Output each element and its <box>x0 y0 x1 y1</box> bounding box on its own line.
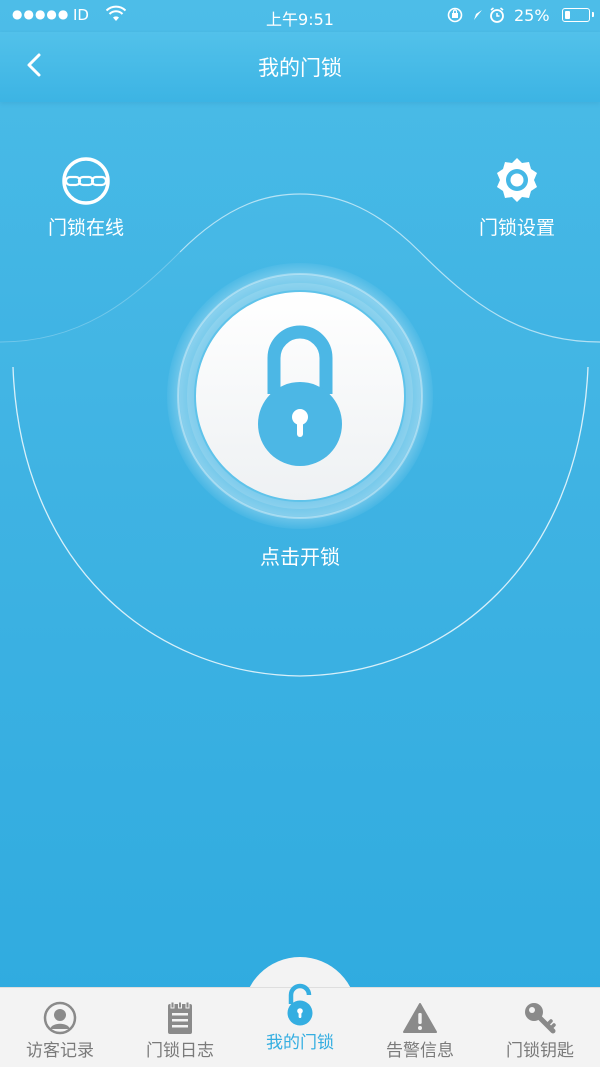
tab-label: 告警信息 <box>386 1041 454 1061</box>
notepad-icon <box>168 1001 192 1034</box>
tab-label: 我的门锁 <box>266 1033 334 1053</box>
lock-online-label: 门锁在线 <box>47 217 124 239</box>
tab-lock-log[interactable]: 门锁日志 <box>120 988 240 1067</box>
status-bar: ●●●●● ID 上午9:51 25% <box>0 0 600 32</box>
status-indicator-icons <box>447 7 504 23</box>
battery-percent: 25% <box>514 6 550 25</box>
tab-bar: 访客记录 门锁日志 我的门锁 告警信息 门锁钥匙 <box>0 983 600 1067</box>
padlock-icon <box>258 325 342 466</box>
unlock-label: 点击开锁 <box>260 545 340 569</box>
battery-icon <box>562 8 594 22</box>
tab-alarm-info[interactable]: 告警信息 <box>360 988 480 1067</box>
warning-icon <box>403 1003 437 1033</box>
tab-visitor-records[interactable]: 访客记录 <box>0 988 120 1067</box>
tab-my-lock[interactable]: 我的门锁 <box>240 983 360 1067</box>
tab-label: 门锁日志 <box>146 1041 214 1061</box>
tab-label: 门锁钥匙 <box>506 1041 574 1061</box>
lock-online-status[interactable]: 门锁在线 <box>21 155 151 240</box>
unlock-button[interactable] <box>166 262 434 530</box>
lock-settings-label: 门锁设置 <box>478 217 555 239</box>
gear-icon <box>497 158 537 202</box>
tab-label: 访客记录 <box>26 1041 94 1061</box>
lock-settings-button[interactable]: 门锁设置 <box>452 155 582 240</box>
chain-link-icon <box>62 157 110 205</box>
nav-bar: 我的门锁 <box>0 32 600 102</box>
app-screen: ●●●●● ID 上午9:51 25% 我的门锁 门锁在线 门锁设置 点击开锁 … <box>0 0 600 1067</box>
user-circle-icon <box>43 1001 77 1035</box>
unlocked-padlock-icon <box>287 983 313 1026</box>
page-title: 我的门锁 <box>258 56 342 80</box>
key-icon <box>525 1003 556 1034</box>
tab-lock-keys[interactable]: 门锁钥匙 <box>480 988 600 1067</box>
